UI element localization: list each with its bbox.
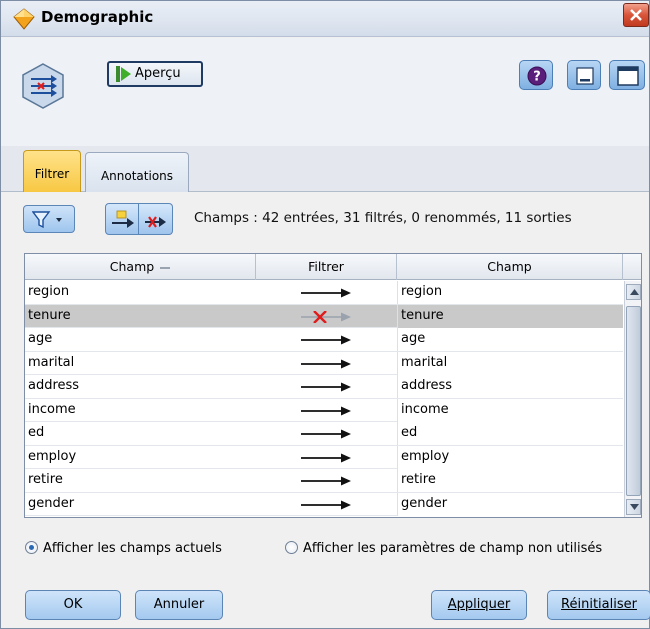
column-header-output-field[interactable]: Champ: [397, 254, 623, 280]
chevron-down-icon: [630, 504, 639, 510]
chevron-up-icon: [630, 289, 639, 295]
table-row[interactable]: employ employ: [25, 445, 623, 469]
input-field-name: tenure: [28, 307, 71, 323]
maximize-icon: [617, 66, 639, 86]
cancel-button[interactable]: Annuler: [135, 590, 223, 620]
column-header-filter[interactable]: Filtrer: [256, 254, 397, 280]
scroll-up-button[interactable]: [626, 284, 641, 300]
pass-arrow-icon[interactable]: [295, 475, 357, 487]
reset-button[interactable]: Réinitialiser: [547, 590, 650, 620]
radio-label: Afficher les champs actuels: [43, 541, 222, 556]
ok-button[interactable]: OK: [25, 590, 121, 620]
apply-button[interactable]: Appliquer: [431, 590, 527, 620]
output-field-name[interactable]: income: [397, 398, 623, 422]
filtered-arrow-icon[interactable]: [295, 310, 357, 323]
view-mode-options: Afficher les champs actuels Afficher les…: [1, 536, 649, 566]
filter-node-icon: [22, 63, 64, 109]
output-field-name[interactable]: tenure: [397, 304, 623, 328]
tab-strip: Filtrer Annotations: [1, 146, 649, 192]
output-field-name[interactable]: age: [397, 328, 623, 351]
radio-dot[interactable]: [25, 541, 38, 554]
input-field-name: gender: [28, 495, 75, 511]
pass-arrow-icon[interactable]: [295, 405, 357, 417]
help-icon: ?: [527, 66, 547, 86]
pass-all-fields-button[interactable]: [105, 203, 139, 235]
node-header: Aperçu ?: [1, 38, 649, 146]
title-bar[interactable]: Demographic: [1, 1, 649, 37]
filter-tool-group: [105, 203, 173, 235]
table-row[interactable]: region region: [25, 281, 623, 305]
table-row[interactable]: retire retire: [25, 469, 623, 493]
input-field-name: address: [28, 378, 80, 393]
pass-arrow-icon[interactable]: [295, 381, 357, 393]
output-field-name[interactable]: marital: [397, 351, 623, 375]
filter-options-button[interactable]: [23, 205, 75, 233]
field-arrow-icon: [112, 210, 134, 228]
input-field-name: ed: [28, 425, 45, 440]
radio-current-fields[interactable]: Afficher les champs actuels: [25, 541, 222, 556]
preview-button[interactable]: Aperçu: [107, 61, 203, 87]
minimize-button[interactable]: [567, 60, 601, 90]
table-row[interactable]: ed ed: [25, 422, 623, 446]
table-row[interactable]: gender gender: [25, 492, 623, 516]
preview-label: Aperçu: [135, 66, 181, 81]
table-row[interactable]: age age: [25, 328, 623, 352]
output-field-name[interactable]: gender: [397, 492, 623, 516]
maximize-button[interactable]: [609, 60, 645, 90]
table-row[interactable]: marital marital: [25, 351, 623, 375]
minimize-icon: [576, 67, 594, 85]
funnel-menu-icon: [32, 211, 62, 229]
help-button[interactable]: ?: [519, 60, 553, 90]
radio-label: Afficher les paramètres de champ non uti…: [303, 541, 603, 556]
input-field-name: marital: [28, 354, 75, 370]
table-header: Champ Filtrer Champ: [25, 254, 641, 280]
remove-filter-icon: [145, 216, 166, 228]
filter-node-dialog: Demographic Aperçu ? Filtrer Annotations…: [0, 0, 650, 629]
close-button[interactable]: [623, 3, 649, 27]
input-field-name: income: [28, 401, 76, 417]
tab-filter[interactable]: Filtrer: [23, 150, 81, 192]
close-icon: [630, 9, 642, 21]
field-filter-table: Champ Filtrer Champ region region tenure te…: [24, 253, 642, 518]
column-label: Champ: [109, 259, 155, 274]
filter-toolbar: Champs : 42 entrées, 31 filtrés, 0 renom…: [1, 193, 649, 245]
input-field-name: age: [28, 331, 53, 346]
pass-arrow-icon[interactable]: [295, 452, 357, 464]
pass-arrow-icon[interactable]: [295, 499, 357, 511]
output-field-name[interactable]: retire: [397, 469, 623, 492]
output-field-name[interactable]: region: [397, 281, 623, 304]
pass-arrow-icon[interactable]: [295, 334, 357, 346]
scroll-down-button[interactable]: [626, 499, 641, 515]
output-field-name[interactable]: employ: [397, 445, 623, 469]
tab-annotations[interactable]: Annotations: [85, 152, 189, 192]
svg-text:?: ?: [533, 70, 541, 85]
radio-unused-field-settings[interactable]: Afficher les paramètres de champ non uti…: [285, 541, 602, 556]
input-field-name: employ: [28, 448, 77, 464]
vertical-scrollbar[interactable]: [624, 281, 641, 517]
sort-indicator-icon: [160, 266, 171, 269]
input-field-name: retire: [28, 472, 63, 487]
window-title: Demographic: [41, 8, 154, 26]
scroll-thumb[interactable]: [626, 306, 641, 496]
table-body: region region tenure tenure age age marital mar…: [25, 281, 623, 516]
pass-arrow-icon[interactable]: [295, 358, 357, 370]
diamond-node-icon: [13, 8, 35, 30]
fields-summary: Champs : 42 entrées, 31 filtrés, 0 renom…: [194, 210, 572, 226]
remove-filter-button[interactable]: [139, 203, 173, 235]
table-row[interactable]: income income: [25, 398, 623, 422]
radio-dot[interactable]: [285, 541, 298, 554]
play-icon: [116, 66, 131, 82]
pass-arrow-icon[interactable]: [295, 287, 357, 299]
column-header-input-field[interactable]: Champ: [25, 254, 256, 280]
table-row[interactable]: address address: [25, 375, 623, 399]
table-row[interactable]: tenure tenure: [25, 304, 623, 328]
output-field-name[interactable]: ed: [397, 422, 623, 445]
output-field-name[interactable]: address: [397, 375, 623, 398]
input-field-name: region: [28, 284, 70, 299]
pass-arrow-icon[interactable]: [295, 428, 357, 440]
